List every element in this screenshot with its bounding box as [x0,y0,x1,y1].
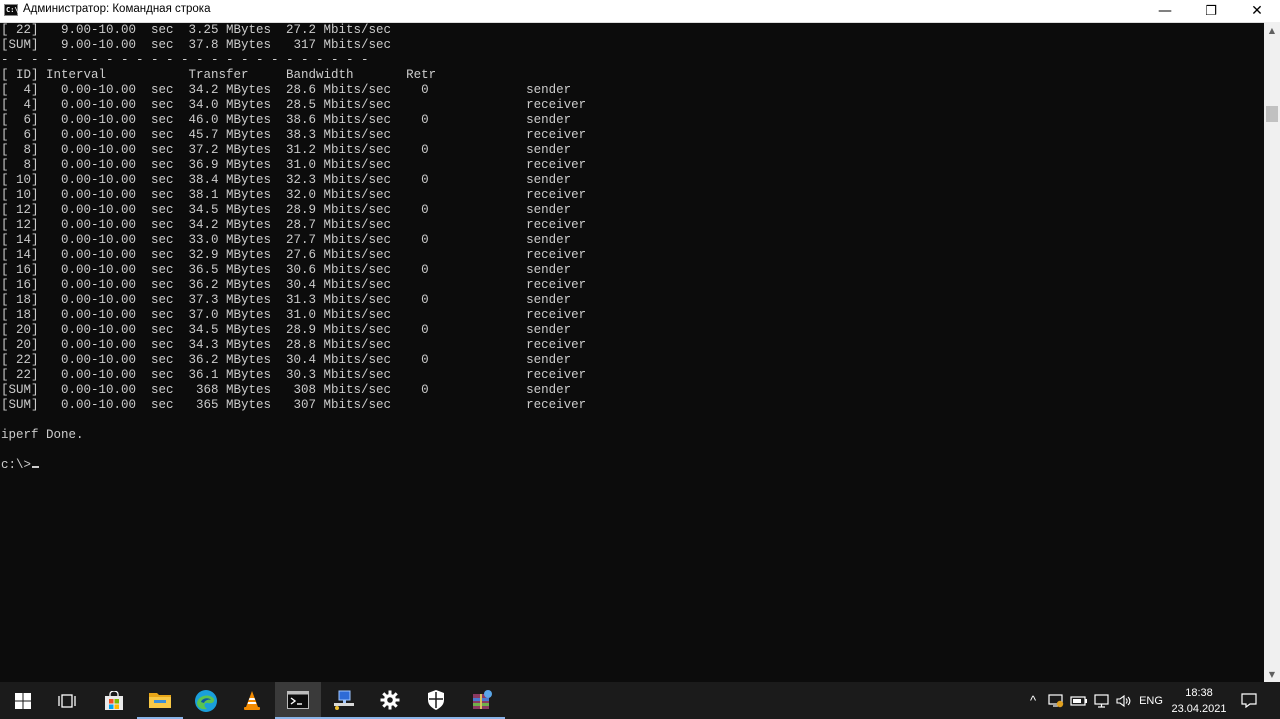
console-line: - - - - - - - - - - - - - - - - - - - - … [1,53,369,67]
show-hidden-icons-chevron-icon[interactable]: ^ [1024,682,1042,719]
console-output: [ 22] 9.00-10.00 sec 3.25 MBytes 27.2 Mb… [1,23,586,473]
network-computer-icon[interactable] [321,682,367,719]
scroll-down-arrow-icon[interactable]: ▼ [1264,666,1280,682]
windows-start-icon[interactable] [0,682,46,719]
minimize-button[interactable]: — [1142,0,1188,22]
volume-icon[interactable] [1114,682,1134,719]
vertical-scrollbar[interactable]: ▲ ▼ [1264,22,1280,682]
console-line: [ ID] Interval Transfer Bandwidth Retr [1,68,437,82]
window-title: Администратор: Командная строка [23,3,211,15]
task-view-icon[interactable] [44,682,90,719]
console-line: [ 12] 0.00-10.00 sec 34.5 MBytes 28.9 Mb… [1,203,572,217]
console-line: [ 20] 0.00-10.00 sec 34.3 MBytes 28.8 Mb… [1,338,587,352]
console-line: [ 4] 0.00-10.00 sec 34.0 MBytes 28.5 Mbi… [1,98,587,112]
console-line: [ 8] 0.00-10.00 sec 37.2 MBytes 31.2 Mbi… [1,143,572,157]
console-line: [SUM] 0.00-10.00 sec 368 MBytes 308 Mbit… [1,383,572,397]
console-line: [ 6] 0.00-10.00 sec 45.7 MBytes 38.3 Mbi… [1,128,587,142]
scrollbar-thumb[interactable] [1266,106,1278,122]
title-bar[interactable]: C:\ Администратор: Командная строка — ❐ … [0,0,1280,23]
console-line: [ 20] 0.00-10.00 sec 34.5 MBytes 28.9 Mb… [1,323,572,337]
console-line: [SUM] 0.00-10.00 sec 365 MBytes 307 Mbit… [1,398,587,412]
console-line: [ 22] 0.00-10.00 sec 36.1 MBytes 30.3 Mb… [1,368,587,382]
console-line: [ 10] 0.00-10.00 sec 38.1 MBytes 32.0 Mb… [1,188,587,202]
winrar-icon[interactable] [459,682,505,719]
console-line: [ 10] 0.00-10.00 sec 38.4 MBytes 32.3 Mb… [1,173,572,187]
command-prompt-icon[interactable]: C:\ [4,4,19,16]
microsoft-store-icon[interactable] [91,682,137,719]
text-cursor [32,466,40,468]
console-line: [ 16] 0.00-10.00 sec 36.5 MBytes 30.6 Mb… [1,263,572,277]
command-prompt: c:\> [1,458,32,472]
input-language-indicator[interactable]: ENG [1137,682,1165,719]
scroll-up-arrow-icon[interactable]: ▲ [1264,22,1280,38]
console-line: [ 14] 0.00-10.00 sec 32.9 MBytes 27.6 Mb… [1,248,587,262]
console-line: [ 16] 0.00-10.00 sec 36.2 MBytes 30.4 Mb… [1,278,587,292]
console-line: [ 22] 0.00-10.00 sec 36.2 MBytes 30.4 Mb… [1,353,572,367]
console-line: iperf Done. [1,428,84,442]
console-line: [SUM] 9.00-10.00 sec 37.8 MBytes 317 Mbi… [1,38,392,52]
clock[interactable]: 18:38 23.04.2021 [1166,685,1232,717]
clock-time: 18:38 [1185,687,1213,699]
file-explorer-icon[interactable] [137,682,183,719]
settings-gear-icon[interactable] [367,682,413,719]
taskbar: ^ ENG 18:38 23.04.2021 [0,682,1280,719]
clock-date: 23.04.2021 [1171,703,1227,715]
console-line: [ 14] 0.00-10.00 sec 33.0 MBytes 27.7 Mb… [1,233,572,247]
security-shield-icon[interactable] [413,682,459,719]
console-line: [ 8] 0.00-10.00 sec 36.9 MBytes 31.0 Mbi… [1,158,587,172]
console-line: [ 18] 0.00-10.00 sec 37.3 MBytes 31.3 Mb… [1,293,572,307]
edge-browser-icon[interactable] [183,682,229,719]
vlc-icon[interactable] [229,682,275,719]
command-prompt-icon[interactable] [275,682,321,719]
console-line: [ 4] 0.00-10.00 sec 34.2 MBytes 28.6 Mbi… [1,83,572,97]
action-center-icon[interactable] [1234,682,1264,719]
console-line: [ 12] 0.00-10.00 sec 34.2 MBytes 28.7 Mb… [1,218,587,232]
battery-icon[interactable] [1069,682,1089,719]
console-line: [ 22] 9.00-10.00 sec 3.25 MBytes 27.2 Mb… [1,23,392,37]
close-button[interactable]: ✕ [1234,0,1280,22]
prompt-line[interactable]: c:\> [1,458,586,473]
console-area[interactable]: [ 22] 9.00-10.00 sec 3.25 MBytes 27.2 Mb… [0,22,1264,682]
console-line: [ 18] 0.00-10.00 sec 37.0 MBytes 31.0 Mb… [1,308,587,322]
network-alert-icon[interactable] [1046,682,1066,719]
network-wired-icon[interactable] [1092,682,1112,719]
maximize-button[interactable]: ❐ [1188,0,1234,22]
console-line: [ 6] 0.00-10.00 sec 46.0 MBytes 38.6 Mbi… [1,113,572,127]
